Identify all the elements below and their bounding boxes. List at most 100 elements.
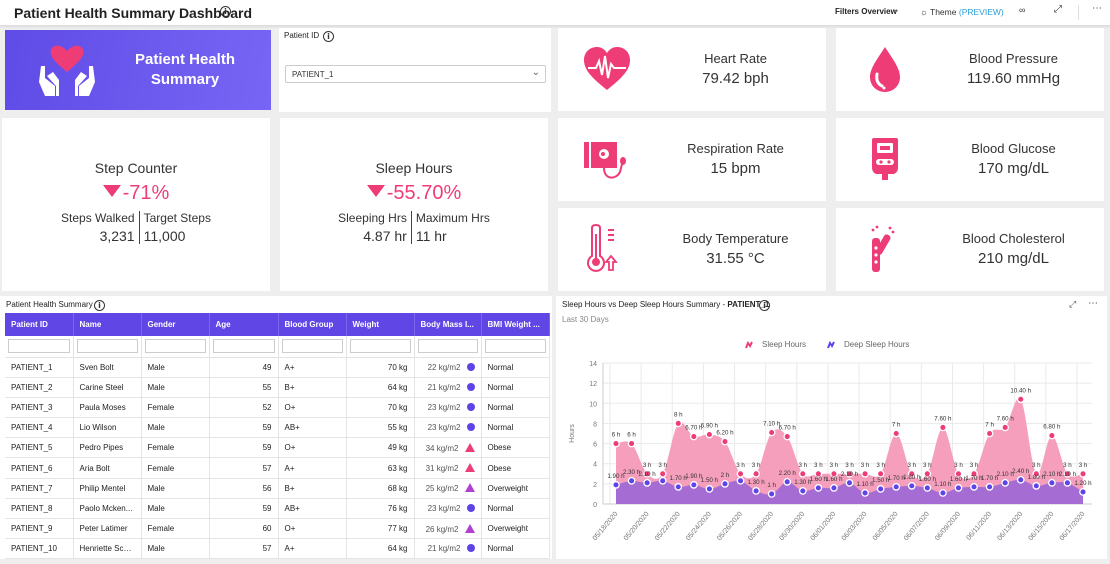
bmi-normal-indicator-icon bbox=[466, 423, 475, 432]
column-filter-input[interactable] bbox=[281, 339, 343, 354]
data-label: 3 h bbox=[954, 462, 963, 469]
patient-id-label: Patient ID bbox=[284, 31, 320, 40]
data-label: 3 h bbox=[830, 462, 839, 469]
data-label: 7 h bbox=[985, 422, 994, 429]
x-tick-label: 06/09/2020 bbox=[934, 511, 962, 542]
data-label: 10.40 h bbox=[1010, 387, 1031, 394]
x-tick-label: 06/17/2020 bbox=[1059, 511, 1087, 542]
vital-value: 119.60 mmHg bbox=[966, 70, 1061, 87]
column-filter-input[interactable] bbox=[144, 339, 206, 354]
table-row[interactable]: PATIENT_6 Aria Bolt Female 57 A+ 63 kg 31 kg/m… bbox=[5, 457, 550, 479]
bmi-obese-indicator-icon bbox=[464, 442, 475, 452]
info-icon[interactable]: i bbox=[220, 6, 231, 17]
deep-sleep-hours-point bbox=[1016, 475, 1025, 484]
column-filter-input[interactable] bbox=[212, 339, 275, 354]
column-filter-input[interactable] bbox=[484, 339, 546, 354]
table-cell: PATIENT_7 bbox=[5, 478, 74, 499]
column-filter-input[interactable] bbox=[349, 339, 411, 354]
glasses-icon[interactable]: ∞ bbox=[1019, 5, 1025, 15]
table-cell: PATIENT_9 bbox=[5, 518, 74, 540]
sleep-hours-point bbox=[939, 423, 947, 432]
column-header[interactable]: Name bbox=[73, 313, 142, 336]
sleep-hours-point bbox=[1001, 423, 1010, 432]
table-row[interactable]: PATIENT_7 Philip Mentel Male 56 B+ 68 kg 25 kg… bbox=[5, 478, 550, 499]
x-tick-label: 05/22/2020 bbox=[654, 511, 682, 542]
data-label: 2.10 h bbox=[841, 471, 859, 478]
chevron-down-icon: ⌄ bbox=[531, 67, 540, 78]
table-row[interactable]: PATIENT_4 Lio Wilson Male 59 AB+ 55 kg 23 kg/m… bbox=[5, 417, 550, 439]
sleep-hours-point bbox=[892, 429, 901, 438]
table-row[interactable]: PATIENT_8 Paolo Mcken... Male 59 AB+ 76 kg 23 … bbox=[5, 498, 550, 520]
x-tick-label: 05/30/2020 bbox=[778, 511, 806, 542]
heart-rate-icon bbox=[584, 47, 630, 90]
theme-button[interactable]: ☼ Theme (PREVIEW) bbox=[920, 7, 1004, 17]
chart-title-text: Sleep Hours vs Deep Sleep Hours Summary bbox=[562, 300, 721, 309]
deep-sleep-hours-point bbox=[845, 479, 854, 487]
deep-sleep-hours-point bbox=[643, 479, 651, 487]
patient-id-select[interactable]: PATIENT_1 ⌄ bbox=[285, 65, 546, 83]
table-cell: Carine Steel bbox=[73, 377, 142, 398]
info-icon[interactable]: i bbox=[94, 300, 105, 311]
table-cell: Female bbox=[141, 457, 210, 479]
column-header[interactable]: Body Mass I... bbox=[414, 313, 482, 336]
column-header[interactable]: Patient ID bbox=[5, 313, 74, 336]
table-cell: Female bbox=[141, 437, 210, 459]
sleep-hours-point bbox=[736, 469, 745, 478]
table-row[interactable]: PATIENT_10 Henriette Sch... Male 57 A+ 64 kg 2… bbox=[5, 538, 550, 560]
blood-pressure-card: Blood Pressure 119.60 mmHg bbox=[836, 28, 1104, 111]
legend-swatch-icon bbox=[745, 340, 753, 349]
column-header[interactable]: Age bbox=[209, 313, 279, 336]
sleep-hours-change: -55.70% bbox=[280, 182, 548, 205]
data-label: 3 h bbox=[845, 462, 854, 469]
info-icon[interactable]: i bbox=[323, 31, 334, 42]
column-header[interactable]: Weight bbox=[346, 313, 415, 336]
column-filter-input[interactable] bbox=[8, 339, 70, 354]
blood-cholesterol-card: Blood Cholesterol 210 mg/dL bbox=[836, 208, 1104, 291]
x-tick-label: 06/05/2020 bbox=[872, 511, 900, 542]
sleep-hours-point bbox=[985, 429, 994, 438]
chevron-down-icon[interactable]: ⌄ bbox=[893, 5, 900, 14]
data-label: 3 h bbox=[923, 462, 932, 469]
table-row[interactable]: PATIENT_2 Carine Steel Male 55 B+ 64 kg 21 kg/… bbox=[5, 377, 550, 398]
maximum-hrs-value: 11 hr bbox=[415, 228, 447, 244]
table-cell: O+ bbox=[278, 518, 347, 540]
table-cell: 31 kg/m2 bbox=[414, 457, 482, 479]
filter-cell bbox=[346, 336, 415, 358]
deep-sleep-hours-point bbox=[767, 490, 776, 498]
table-cell: PATIENT_3 bbox=[5, 397, 74, 419]
banner-title: Patient Health Summary bbox=[115, 50, 255, 90]
table-row[interactable]: PATIENT_5 Pedro Pipes Female 59 O+ 49 kg 34 kg… bbox=[5, 437, 550, 459]
more-options-icon[interactable]: ⋯ bbox=[1092, 3, 1103, 14]
column-header[interactable]: Gender bbox=[141, 313, 210, 336]
dashboard-header: Patient Health Summary Dashboard i Filte… bbox=[0, 0, 1110, 26]
filters-overview-button[interactable]: Filters Overview bbox=[835, 7, 897, 16]
target-steps-label: Target Steps bbox=[143, 211, 211, 225]
deep-sleep-hours-point bbox=[1001, 479, 1010, 487]
table-row[interactable]: PATIENT_1 Sven Bolt Male 49 A+ 70 kg 22 kg/m2 N… bbox=[5, 357, 550, 378]
deep-sleep-hours-point bbox=[705, 485, 714, 493]
filter-row bbox=[5, 336, 550, 358]
column-header[interactable]: Blood Group bbox=[278, 313, 347, 336]
expand-icon[interactable]: ⤢ bbox=[1069, 299, 1076, 310]
vital-value: 79.42 bph bbox=[702, 70, 769, 87]
table-row[interactable]: PATIENT_9 Peter Latimer Female 60 O+ 77 kg 26 … bbox=[5, 518, 550, 540]
column-filter-input[interactable] bbox=[76, 339, 138, 354]
target-steps-value: 11,000 bbox=[143, 228, 186, 244]
table-cell: 57 bbox=[209, 457, 279, 479]
expand-icon[interactable]: ⤢ bbox=[1054, 4, 1062, 15]
table-row[interactable]: PATIENT_3 Paula Moses Female 52 O+ 70 kg 23 kg… bbox=[5, 397, 550, 419]
column-header[interactable]: BMI Weight ... bbox=[481, 313, 550, 336]
sleep-hours-point bbox=[689, 432, 698, 441]
column-filter-input[interactable] bbox=[417, 339, 478, 354]
sleep-hours-point bbox=[861, 469, 869, 478]
table-cell: Male bbox=[141, 478, 210, 499]
more-options-icon[interactable]: ⋯ bbox=[1088, 298, 1098, 309]
x-tick-label: 06/15/2020 bbox=[1028, 511, 1056, 542]
data-label: 6.20 h bbox=[716, 430, 734, 437]
table-cell: 60 bbox=[209, 518, 279, 540]
bmi-obese-indicator-icon bbox=[464, 463, 475, 473]
table-cell: O+ bbox=[278, 397, 347, 419]
x-tick-label: 05/28/2020 bbox=[747, 511, 775, 542]
info-icon[interactable]: i bbox=[759, 300, 770, 311]
table-cell: 23 kg/m2 bbox=[414, 498, 482, 520]
